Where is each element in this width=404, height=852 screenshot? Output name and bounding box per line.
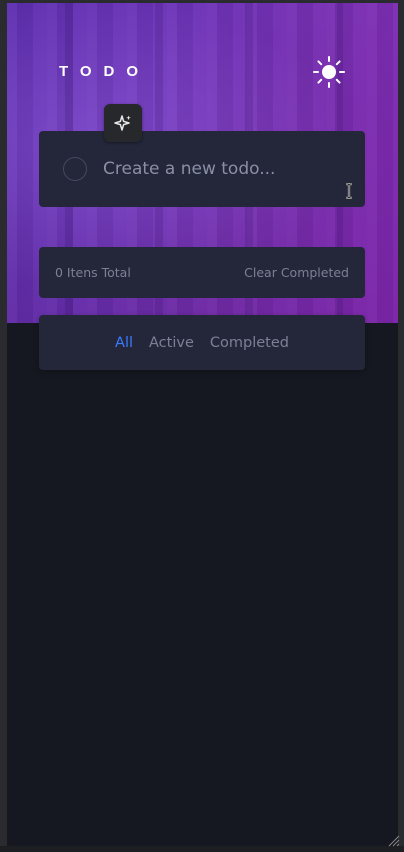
filter-completed[interactable]: Completed [210, 335, 289, 351]
complete-toggle-circle[interactable] [63, 157, 87, 181]
clear-completed-button[interactable]: Clear Completed [244, 265, 349, 280]
window-bottom-edge [0, 846, 404, 852]
text-cursor-icon [346, 183, 352, 199]
filter-active[interactable]: Active [149, 335, 194, 351]
sparkle-button[interactable] [104, 104, 142, 142]
sparkle-icon [114, 115, 131, 131]
filter-all[interactable]: All [115, 335, 133, 351]
resize-grip-icon[interactable] [388, 835, 400, 847]
new-todo-card [39, 131, 365, 207]
window-frame: TODO Create a new todo... 0 Itens Total … [0, 0, 404, 852]
todo-footer: 0 Itens Total Clear Completed [39, 247, 365, 298]
app-title: TODO [59, 63, 151, 80]
theme-toggle-button[interactable] [311, 54, 347, 90]
new-todo-input[interactable] [103, 153, 343, 185]
sun-icon [313, 56, 345, 88]
todo-app: TODO Create a new todo... 0 Itens Total … [7, 3, 398, 846]
filter-bar: All Active Completed [39, 315, 365, 370]
items-total-count: 0 Itens Total [55, 265, 131, 280]
